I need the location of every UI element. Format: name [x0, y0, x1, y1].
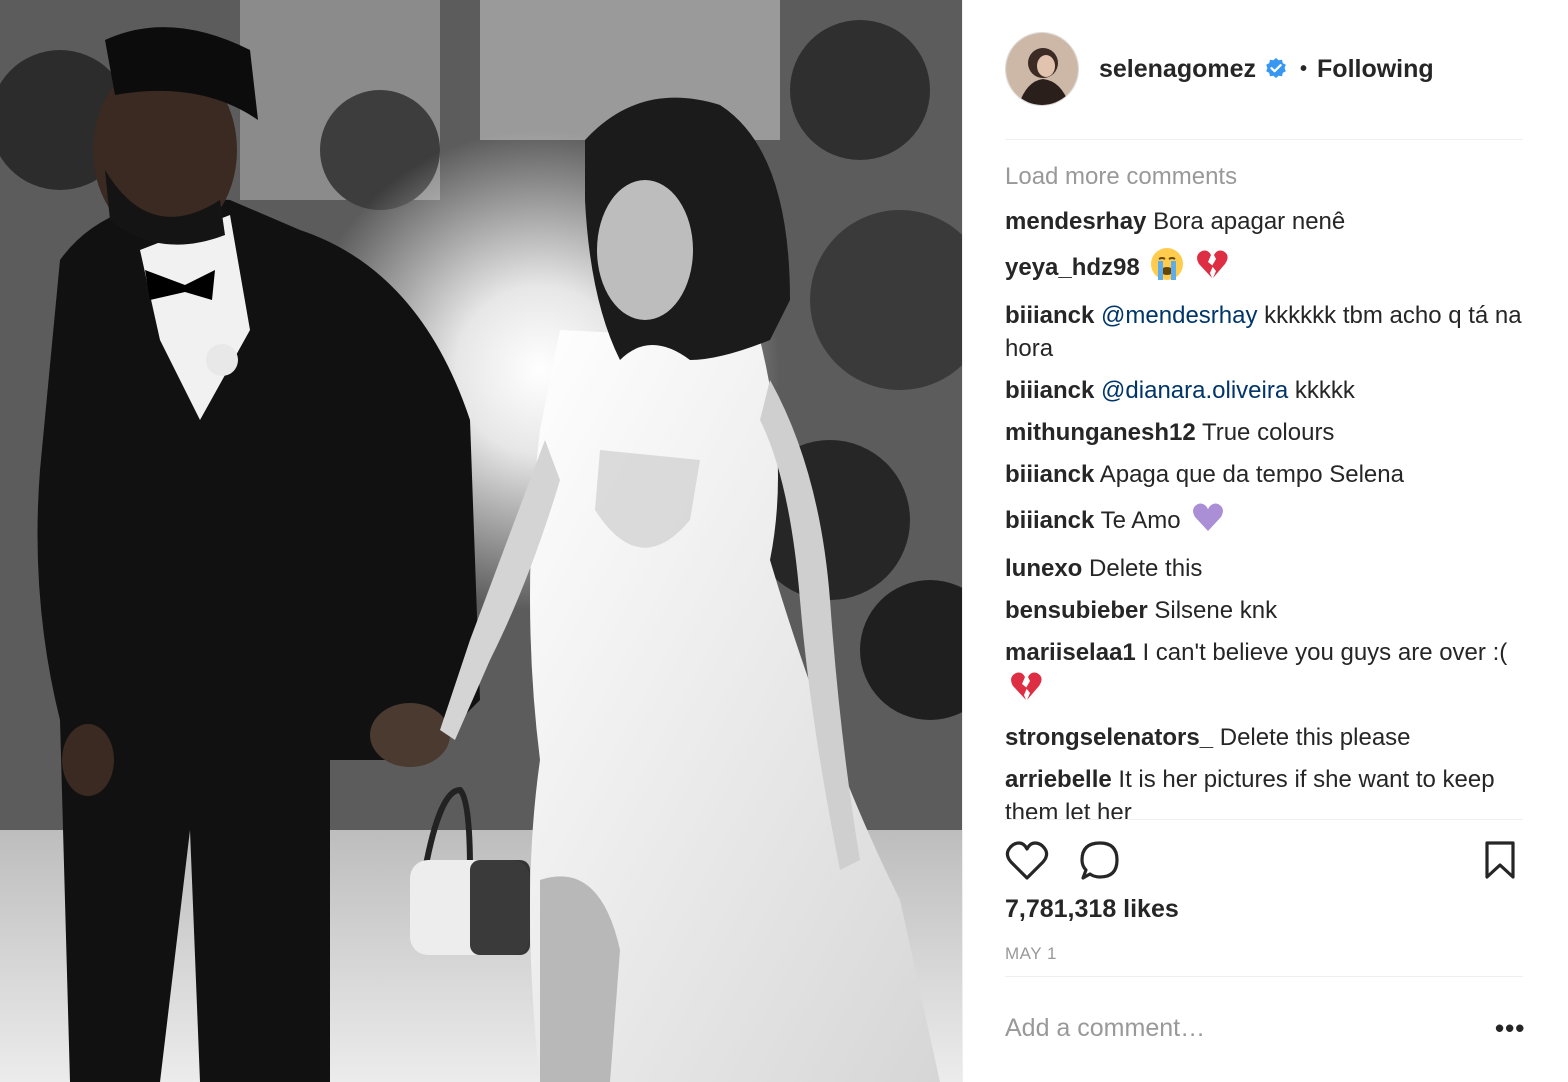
- comment-item: lunexo Delete this: [1005, 552, 1523, 585]
- header-text: selenagomez • Following: [1099, 32, 1434, 106]
- purple-heart-emoji: [1191, 500, 1225, 543]
- post-date[interactable]: MAY 1: [1005, 944, 1057, 964]
- comment-username[interactable]: biiianck: [1005, 507, 1094, 534]
- more-options-icon[interactable]: •••: [1495, 1015, 1525, 1041]
- comment-username[interactable]: biiianck: [1005, 377, 1094, 404]
- comment-text: True colours: [1201, 419, 1335, 446]
- comment-bubble-icon[interactable]: [1079, 840, 1121, 887]
- username-link[interactable]: selenagomez: [1099, 55, 1256, 84]
- verified-badge-icon: [1264, 57, 1288, 81]
- comment-item: biiianck Te Amo: [1005, 500, 1523, 543]
- likes-count[interactable]: 7,781,318 likes: [1005, 895, 1179, 924]
- comment-item: mariiselaa1 I can't believe you guys are…: [1005, 636, 1523, 712]
- comment-text: Silsene knk: [1154, 597, 1278, 624]
- avatar[interactable]: [1005, 32, 1079, 106]
- following-button[interactable]: Following: [1317, 55, 1434, 84]
- comment-username[interactable]: lunexo: [1005, 555, 1082, 582]
- avatar-image: [1006, 33, 1078, 105]
- comment-item: biiianck Apaga que da tempo Selena: [1005, 458, 1523, 491]
- comment-username[interactable]: biiianck: [1005, 302, 1094, 329]
- comment-username[interactable]: biiianck: [1005, 461, 1094, 488]
- comment-username[interactable]: bensubieber: [1005, 597, 1148, 624]
- comment-username[interactable]: mithunganesh12: [1005, 419, 1196, 446]
- load-more-comments-button[interactable]: Load more comments: [1005, 160, 1523, 193]
- comment-username[interactable]: yeya_hdz98: [1005, 254, 1140, 281]
- header-separator: •: [1300, 57, 1308, 80]
- comment-text: Apaga que da tempo Selena: [1099, 461, 1404, 488]
- comment-item: strongselenators_ Delete this please: [1005, 721, 1523, 754]
- comment-username[interactable]: strongselenators_: [1005, 724, 1213, 751]
- comment-text: Delete this: [1089, 555, 1203, 582]
- photo-illustration: [0, 0, 962, 1082]
- post-header: selenagomez • Following: [1005, 32, 1523, 140]
- comment-text: kkkkk: [1294, 377, 1355, 404]
- instagram-post: selenagomez • Following Load more commen…: [0, 0, 1568, 1082]
- comment-text: I can't believe you guys are over :(: [1142, 639, 1508, 666]
- crying-face-emoji: [1150, 247, 1184, 290]
- comment-item: biiianck @mendesrhay kkkkkk tbm acho q t…: [1005, 299, 1523, 365]
- comment-mention-link[interactable]: @mendesrhay: [1101, 302, 1257, 329]
- heart-icon[interactable]: [1005, 840, 1049, 887]
- comment-text: Delete this please: [1219, 724, 1411, 751]
- comment-username[interactable]: mendesrhay: [1005, 208, 1146, 235]
- add-comment-input[interactable]: [1005, 1006, 1475, 1050]
- comment-item: yeya_hdz98: [1005, 247, 1523, 290]
- comment-item: mithunganesh12 True colours: [1005, 416, 1523, 449]
- comment-mention-link[interactable]: @dianara.oliveira: [1101, 377, 1288, 404]
- comment-text: Bora apagar nenê: [1153, 208, 1346, 235]
- comment-item: arriebelle It is her pictures if she wan…: [1005, 763, 1523, 820]
- comment-text: Te Amo: [1100, 507, 1181, 534]
- post-photo[interactable]: [0, 0, 962, 1082]
- broken-heart-emoji: [1195, 247, 1229, 290]
- add-comment-divider: [1005, 976, 1523, 977]
- comment-item: bensubieber Silsene knk: [1005, 594, 1523, 627]
- comment-item: biiianck @dianara.oliveira kkkkk: [1005, 374, 1523, 407]
- post-side-panel: selenagomez • Following Load more commen…: [962, 0, 1568, 1082]
- comment-username[interactable]: arriebelle: [1005, 766, 1112, 793]
- comment-username[interactable]: mariiselaa1: [1005, 639, 1136, 666]
- broken-heart-emoji: [1009, 669, 1043, 712]
- comment-item: mendesrhay Bora apagar nenê: [1005, 205, 1523, 238]
- actions-divider: [1005, 819, 1523, 820]
- bookmark-icon[interactable]: [1483, 840, 1517, 885]
- comments-list[interactable]: Load more comments mendesrhay Bora apaga…: [1005, 160, 1523, 820]
